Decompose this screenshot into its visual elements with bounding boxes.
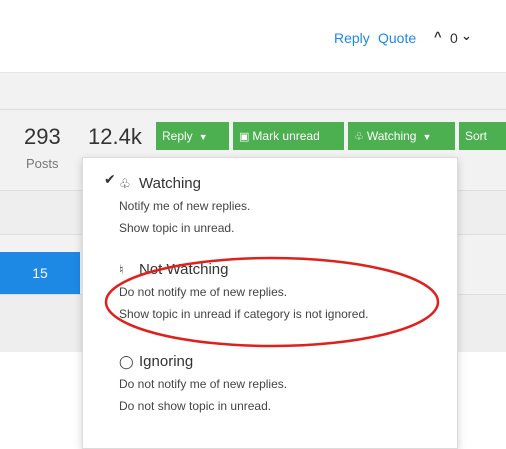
sort-button-label: Sort bbox=[465, 129, 488, 143]
not-watching-title: Not Watching bbox=[139, 261, 229, 278]
post-action-bar: Reply Quote ^ 0 ⌄ bbox=[0, 0, 506, 73]
watch-menu: ✔ ♧ Watching Notify me of new replies. Sh… bbox=[82, 157, 458, 449]
inbox-icon: ▣ bbox=[239, 131, 250, 143]
quote-link[interactable]: Quote bbox=[378, 30, 416, 46]
posts-count: 293 bbox=[24, 124, 61, 149]
watching-line-1: Notify me of new replies. bbox=[119, 199, 251, 213]
chevron-up-icon[interactable]: ^ bbox=[434, 29, 442, 44]
vote-count: 0 bbox=[450, 30, 458, 46]
reply-link[interactable]: Reply bbox=[334, 30, 370, 46]
ignoring-line-1: Do not notify me of new replies. bbox=[119, 377, 288, 391]
reply-button[interactable]: Reply ▼ bbox=[156, 122, 229, 150]
mark-unread-label: Mark unread bbox=[252, 129, 320, 143]
caret-down-icon: ▼ bbox=[198, 132, 208, 142]
divider bbox=[0, 109, 506, 110]
watching-button-label: Watching bbox=[366, 129, 417, 143]
checkmark-icon: ✔ bbox=[104, 171, 116, 187]
not-watching-line-1: Do not notify me of new replies. bbox=[119, 285, 288, 299]
not-watching-line-2: Show topic in unread if category is not … bbox=[119, 307, 369, 321]
sort-button[interactable]: Sort bbox=[459, 122, 506, 150]
menu-item-not-watching[interactable]: ♮ Not Watching Do not notify me of new re… bbox=[119, 259, 449, 325]
ignoring-title: Ignoring bbox=[139, 353, 194, 370]
bell-icon: ♧ bbox=[119, 176, 131, 191]
reply-button-label: Reply bbox=[162, 129, 193, 143]
ignoring-line-2: Do not show topic in unread. bbox=[119, 399, 272, 413]
watching-title: Watching bbox=[139, 175, 201, 192]
chevron-down-icon[interactable]: ⌄ bbox=[461, 28, 472, 44]
menu-item-ignoring[interactable]: ◯ Ignoring Do not notify me of new replie… bbox=[119, 351, 449, 417]
watching-line-2: Show topic in unread. bbox=[119, 221, 235, 235]
caret-down-icon: ▼ bbox=[422, 132, 432, 142]
count-badge: 15 bbox=[0, 252, 80, 294]
menu-item-watching[interactable]: ♧ Watching Notify me of new replies. Show… bbox=[119, 173, 449, 239]
views-count: 12.4k bbox=[88, 124, 142, 149]
mark-unread-button[interactable]: ▣ Mark unread bbox=[233, 122, 344, 150]
posts-label: Posts bbox=[26, 156, 59, 171]
bell-icon: ♧ bbox=[354, 131, 364, 143]
eye-slash-icon: ◯ bbox=[119, 354, 134, 369]
bell-slash-icon: ♮ bbox=[119, 262, 124, 277]
watching-dropdown-button[interactable]: ♧ Watching ▼ bbox=[348, 122, 455, 150]
